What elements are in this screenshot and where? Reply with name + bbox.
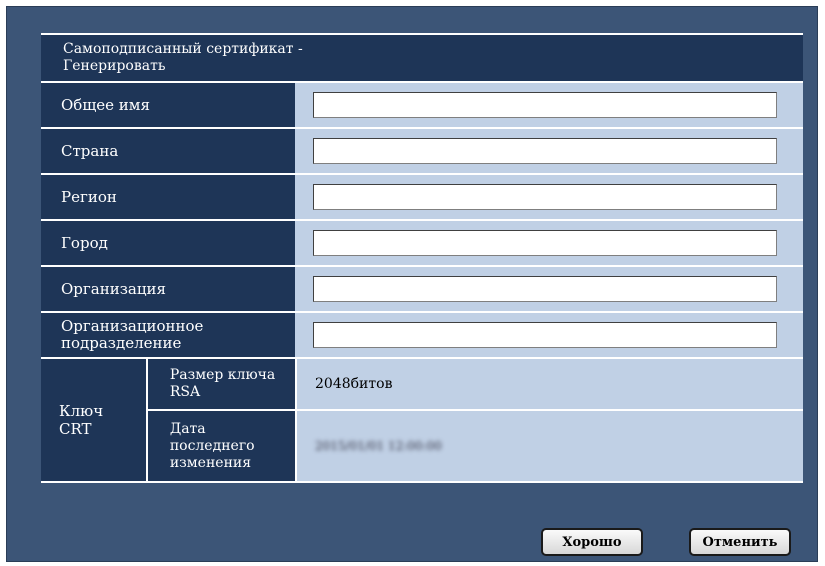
crt-key-label: Ключ CRT	[41, 359, 146, 481]
rsa-size-value: 2048битов	[295, 359, 803, 409]
crt-key-label-line1: Ключ	[59, 402, 104, 420]
rsa-size-row: Ключ CRT Размер ключа RSA 2048битов	[41, 359, 803, 481]
org-unit-input[interactable]	[313, 322, 777, 348]
title-line2: Генерировать	[63, 58, 166, 74]
header-row: Самоподписанный сертификат - Генерироват…	[41, 35, 803, 81]
organization-row: Организация	[41, 267, 803, 311]
org-unit-label-line1: Организационное	[61, 317, 204, 335]
rsa-size-label: Размер ключа RSA	[145, 359, 295, 409]
certificate-form: Самоподписанный сертификат - Генерироват…	[41, 33, 803, 483]
last-modified-row: Дата последнего изменения 2015/01/01 12:…	[41, 411, 803, 481]
common-name-cell	[295, 83, 803, 127]
org-unit-row: Организационное подразделение	[41, 313, 803, 357]
ok-button[interactable]: Хорошо	[541, 528, 643, 556]
title-line1: Самоподписанный сертификат -	[63, 41, 303, 57]
city-label: Город	[41, 221, 295, 265]
country-label: Страна	[41, 129, 295, 173]
region-row: Регион	[41, 175, 803, 219]
last-modified-label-line1: Дата	[169, 420, 206, 437]
rsa-size-label-line1: Размер ключа	[169, 367, 276, 383]
region-input[interactable]	[313, 184, 777, 210]
region-label: Регион	[41, 175, 295, 219]
last-modified-cell: 2015/01/01 12:00:00	[295, 411, 803, 481]
country-cell	[295, 129, 803, 173]
form-table: Самоподписанный сертификат - Генерироват…	[41, 33, 803, 483]
country-input[interactable]	[313, 138, 777, 164]
last-modified-label-line2: последнего	[169, 437, 255, 454]
city-row: Город	[41, 221, 803, 265]
org-unit-cell	[295, 313, 803, 357]
dialog-title: Самоподписанный сертификат - Генерироват…	[41, 35, 803, 81]
city-cell	[295, 221, 803, 265]
organization-cell	[295, 267, 803, 311]
organization-input[interactable]	[313, 276, 777, 302]
common-name-label: Общее имя	[41, 83, 295, 127]
country-row: Страна	[41, 129, 803, 173]
last-modified-label-line3: изменения	[169, 454, 252, 471]
crt-key-label-line2: CRT	[59, 420, 92, 438]
organization-label: Организация	[41, 267, 295, 311]
cancel-button[interactable]: Отменить	[689, 528, 791, 556]
common-name-input[interactable]	[313, 92, 777, 118]
org-unit-label: Организационное подразделение	[41, 313, 295, 357]
dialog-window: Самоподписанный сертификат - Генерироват…	[6, 6, 818, 562]
city-input[interactable]	[313, 230, 777, 256]
common-name-row: Общее имя	[41, 83, 803, 127]
org-unit-label-line2: подразделение	[61, 334, 182, 352]
region-cell	[295, 175, 803, 219]
last-modified-value: 2015/01/01 12:00:00	[315, 439, 442, 453]
last-modified-label: Дата последнего изменения	[145, 411, 295, 481]
rsa-size-label-line2: RSA	[169, 384, 201, 400]
